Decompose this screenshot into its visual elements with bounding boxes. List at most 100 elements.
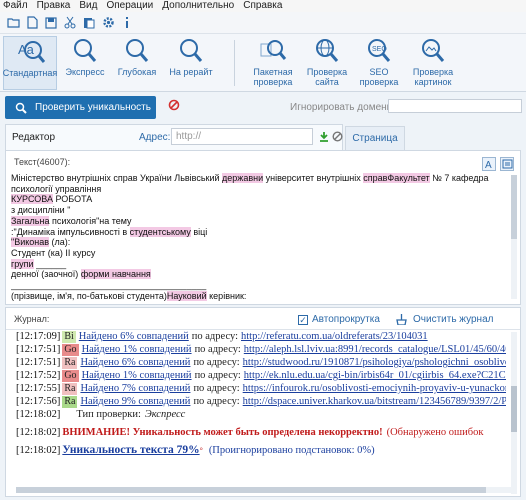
editor-line: денної (заочної) форми навчання (11, 269, 503, 280)
search-engine-badge: Ra (62, 356, 78, 369)
menu-additional[interactable]: Дополнительно (162, 0, 234, 12)
download-icon[interactable] (319, 132, 329, 142)
folder-icon[interactable] (6, 16, 20, 30)
menu-edit[interactable]: Правка (37, 0, 71, 12)
menu-file[interactable]: Файл (3, 0, 28, 12)
journal-header: Журнал: ✓ Автопрокрутка Очистить журнал (6, 308, 520, 330)
match-url[interactable]: http://aleph.lsl.lviv.ua:8991/records_ca… (244, 343, 506, 356)
seo-check-button[interactable]: SEO SEO проверка (357, 36, 401, 90)
font-size-icon[interactable]: A (482, 157, 496, 171)
match-link[interactable]: Найдено 6% совпадений (80, 356, 190, 369)
ribbon-divider (234, 40, 235, 86)
match-url[interactable]: http://studwood.ru/1910871/psihologiya/p… (243, 356, 506, 369)
match-url[interactable]: http://dspace.univer.kharkov.ua/bitstrea… (243, 395, 506, 408)
match-address-label: по адресу: (194, 344, 241, 355)
tab-page[interactable]: Страница (345, 126, 405, 150)
editor-scrollbar[interactable] (511, 175, 517, 299)
entry-time: [12:18:02] (16, 409, 61, 420)
entry-time: [12:18:02] (16, 426, 61, 438)
magnifier-icon (74, 39, 97, 62)
highlighted-match: КУРСОВА (11, 194, 53, 205)
highlighted-match: "Виконав (11, 237, 50, 248)
match-link[interactable]: Найдено 9% совпадений (80, 395, 190, 408)
site-check-label: Проверка сайта (306, 67, 348, 87)
journal-hscroll-thumb[interactable] (16, 487, 486, 493)
mode-deep-button[interactable]: Глубокая (114, 36, 160, 90)
tab-bar: Редактор Адрес: http:// Страница (0, 124, 526, 150)
paste-icon[interactable] (82, 16, 96, 30)
editor-text-area[interactable]: Міністерство внутрішніх справ України Ль… (11, 173, 503, 301)
journal-scrollbar[interactable] (511, 332, 517, 494)
editor-line: Загальна психологія"на тему (11, 215, 503, 227)
highlighted-match: форми навчання (80, 269, 151, 280)
mode-rewrite-label: На рерайт (169, 67, 213, 77)
editor-line: психології управління (11, 184, 503, 195)
journal-log: [12:17:09] Bi Найдено 6% совпадений по адре… (16, 330, 506, 494)
uniqueness-result[interactable]: Уникальность текста 79% (62, 444, 199, 457)
tab-editor[interactable]: Редактор Адрес: http:// (5, 124, 343, 150)
list-view-icon[interactable] (500, 157, 514, 171)
stop-icon[interactable] (168, 99, 180, 111)
check-uniqueness-button[interactable]: Проверить уникальность (5, 96, 156, 119)
text-segment: віці (190, 226, 208, 237)
menu-help[interactable]: Справка (243, 0, 282, 12)
site-check-button[interactable]: Проверка сайта (304, 36, 350, 90)
editor-view-buttons: A (482, 157, 514, 171)
journal-horizontal-scrollbar[interactable] (16, 487, 513, 493)
clear-journal-button[interactable]: Очистить журнал (396, 314, 493, 325)
entry-time: [12:17:51] (16, 357, 61, 368)
journal-scroll-thumb[interactable] (511, 386, 517, 432)
new-file-icon[interactable] (25, 16, 39, 30)
autoscroll-checkbox[interactable]: ✓ (298, 314, 308, 325)
check-mode-ribbon: Aa Стандартная Экспресс Глубокая На рера… (0, 34, 526, 92)
journal-entry: [12:18:02] Тип проверки: Экспресс (16, 408, 506, 421)
text-segment: (прізвище, ім'я, по-батькові студента) (11, 290, 167, 301)
quick-toolbar (0, 12, 526, 34)
text-segment: з дисципліни " (11, 205, 71, 216)
match-url[interactable]: http://referatu.com.ua/oldreferats/23/10… (241, 330, 428, 343)
mode-deep-label: Глубокая (117, 67, 157, 77)
autoscroll-label: Автопрокрутка (312, 314, 380, 325)
highlighted-match: державни (222, 173, 264, 183)
text-header: Текст(46007): (14, 157, 71, 167)
editor-scroll-thumb[interactable] (511, 175, 517, 239)
match-url[interactable]: https://infourok.ru/osoblivosti-emociyni… (243, 382, 506, 395)
menu-operations[interactable]: Операции (106, 0, 153, 12)
magnifier-icon (126, 39, 149, 62)
match-address-label: по адресу: (193, 357, 240, 368)
info-icon[interactable] (120, 16, 134, 30)
autoscroll-toggle[interactable]: ✓ Автопрокрутка (298, 314, 380, 325)
highlighted-match: Науковий (166, 290, 207, 301)
batch-check-button[interactable]: Пакетная проверка (246, 36, 300, 90)
clear-address-icon[interactable] (332, 131, 343, 142)
journal-entry: [12:17:09] Bi Найдено 6% совпадений по адре… (16, 330, 506, 343)
svg-text:A: A (485, 160, 492, 170)
match-address-label: по адресу: (194, 370, 241, 381)
menu-view[interactable]: Вид (79, 0, 97, 12)
ignore-domains-input[interactable] (388, 99, 522, 113)
batch-check-label: Пакетная проверка (253, 67, 293, 87)
text-segment: Студент (ка) ІІ курсу (11, 247, 96, 258)
highlighted-match: групи (11, 258, 34, 269)
search-engine-badge: Go (62, 343, 79, 356)
entry-time: [12:17:56] (16, 396, 61, 407)
mode-standard-button[interactable]: Aa Стандартная (3, 36, 57, 90)
editor-line: _______________________________________ (11, 280, 503, 291)
mode-express-button[interactable]: Экспресс (62, 36, 108, 90)
text-segment: денної (заочної) (11, 269, 81, 280)
match-link[interactable]: Найдено 1% совпадений (82, 369, 192, 382)
image-check-button[interactable]: Проверка картинок (407, 36, 459, 90)
save-icon[interactable] (44, 16, 58, 30)
gear-icon[interactable] (101, 16, 115, 30)
address-input[interactable]: http:// (171, 128, 313, 145)
mode-rewrite-button[interactable]: На рерайт (166, 36, 216, 90)
journal-entry: [12:17:52] Go Найдено 1% совпадений по адре… (16, 369, 506, 382)
match-link[interactable]: Найдено 7% совпадений (80, 382, 190, 395)
tab-editor-label: Редактор (12, 132, 56, 143)
entry-time: [12:18:02] (16, 444, 61, 456)
match-url[interactable]: http://ek.nlu.edu.ua/cgi-bin/irbis64r_01… (244, 369, 506, 382)
match-link[interactable]: Найдено 6% совпадений (79, 330, 189, 343)
journal-entry: [12:17:51] Go Найдено 1% совпадений по адре… (16, 343, 506, 356)
match-link[interactable]: Найдено 1% совпадений (82, 343, 192, 356)
scissors-icon[interactable] (63, 16, 77, 30)
